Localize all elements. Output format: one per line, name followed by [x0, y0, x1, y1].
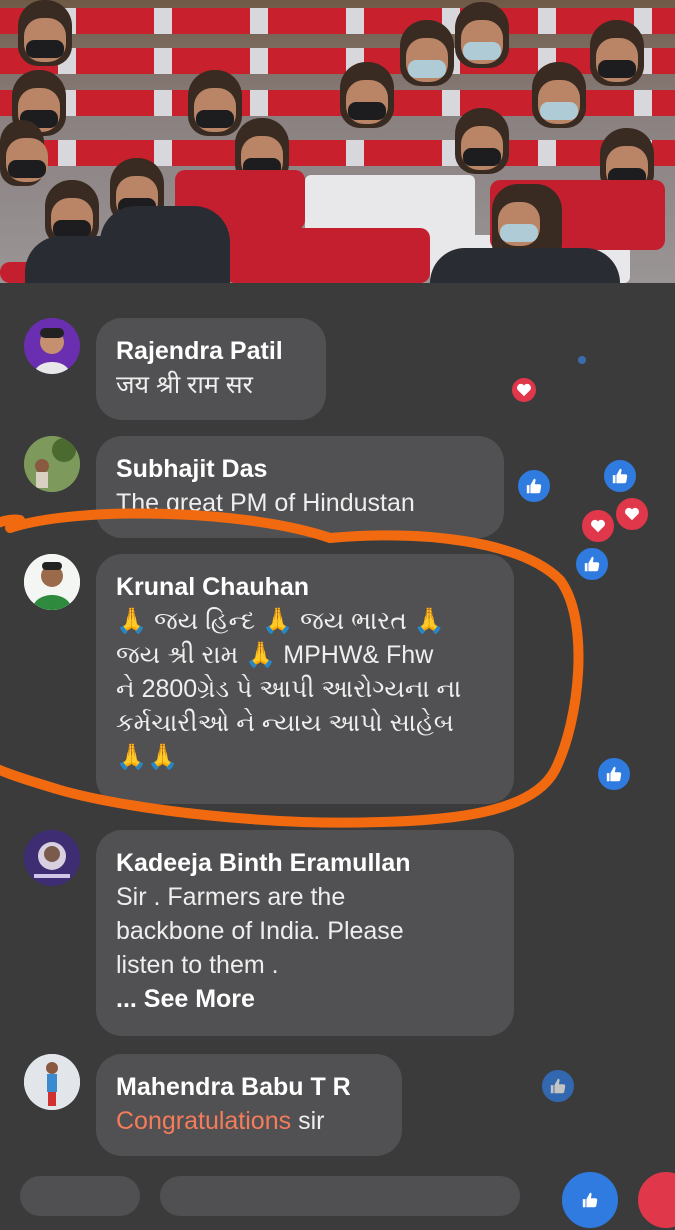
thumbs-up-icon	[574, 546, 610, 582]
thumbs-up-icon	[560, 1170, 620, 1230]
highlighted-word: Congratulations	[116, 1107, 292, 1135]
commenter-name[interactable]: Rajendra Patil	[116, 334, 304, 368]
avatar[interactable]	[24, 1054, 80, 1110]
heart-icon	[636, 1170, 675, 1230]
live-video[interactable]	[0, 0, 675, 283]
comment-text-line: ને 2800ગ્રેડ પે આપી આરોગ્યના ના	[116, 675, 462, 703]
commenter-name[interactable]: Kadeeja Binth Eramullan	[116, 846, 492, 880]
thumbs-up-icon	[596, 756, 632, 792]
avatar[interactable]	[24, 830, 80, 886]
reaction-dot	[578, 356, 586, 364]
comment-bubble[interactable]: Rajendra Patil जय श्री राम सर	[96, 318, 326, 420]
audience-member	[340, 62, 394, 128]
heart-icon	[614, 496, 650, 532]
avatar[interactable]	[24, 436, 80, 492]
comment-bubble[interactable]: Mahendra Babu T R Congratulations sir	[96, 1054, 402, 1156]
comment-bubble[interactable]: Subhajit Das The great PM of Hindustan	[96, 436, 504, 538]
comment-text-line: કર્મચારીઓ ને ન્યાય આપો સાહેબ	[116, 709, 454, 737]
audience-member	[100, 206, 230, 283]
comment-bubble[interactable]: Kadeeja Binth Eramullan Sir . Farmers ar…	[96, 830, 514, 1036]
thumbs-up-icon	[516, 468, 552, 504]
audience-member	[0, 120, 48, 186]
comment-text-line: જય શ્રી રામ 🙏 MPHW& Fhw	[116, 641, 434, 669]
seat-row	[0, 140, 675, 166]
audience-member	[590, 20, 644, 86]
audience-member	[18, 0, 72, 66]
comment-text: Congratulations sir	[116, 1104, 380, 1138]
comment-text: The great PM of Hindustan	[116, 489, 415, 517]
thumbs-up-icon	[602, 458, 638, 494]
audience-member	[455, 108, 509, 174]
commenter-name[interactable]: Subhajit Das	[116, 452, 482, 486]
audience-member	[400, 20, 454, 86]
comment-bubble[interactable]: Krunal Chauhan 🙏 જય હિન્દ 🙏 જય ભારત 🙏 જય…	[96, 554, 514, 804]
audience-member	[455, 2, 509, 68]
heart-icon	[580, 508, 616, 544]
seat	[225, 228, 430, 283]
see-more-link[interactable]: ... See More	[116, 982, 492, 1016]
comment-text-line: 🙏 જય હિન્દ 🙏 જય ભારત 🙏	[116, 607, 445, 635]
avatar[interactable]	[24, 318, 80, 374]
comment-text-rest: sir	[291, 1107, 325, 1135]
seat-row	[0, 8, 675, 34]
heart-icon	[510, 376, 538, 404]
thumbs-up-icon	[540, 1068, 576, 1104]
commenter-name[interactable]: Mahendra Babu T R	[116, 1070, 380, 1104]
commenter-name[interactable]: Krunal Chauhan	[116, 570, 492, 604]
avatar[interactable]	[24, 554, 80, 610]
audience-member	[532, 62, 586, 128]
audience-member	[430, 248, 620, 283]
comment-bubble-partial[interactable]	[160, 1176, 520, 1216]
audience-member	[188, 70, 242, 136]
comment-text-line: backbone of India. Please	[116, 917, 404, 945]
comment-bubble-partial[interactable]	[20, 1176, 140, 1216]
comment-text-line: Sir . Farmers are the	[116, 883, 346, 911]
comment-text-line: 🙏🙏	[116, 743, 179, 771]
comment-text: जय श्री राम सर	[116, 371, 253, 399]
comment-text-line: listen to them .	[116, 951, 279, 979]
